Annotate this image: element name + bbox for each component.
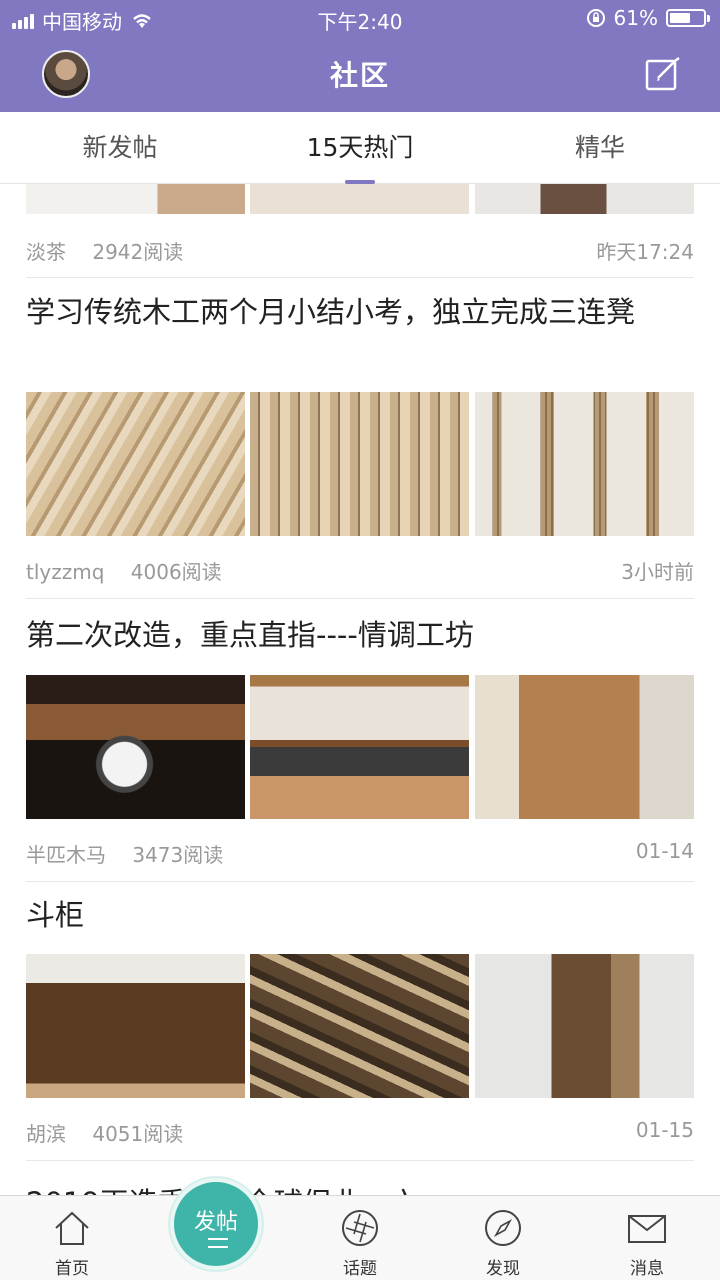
nav-label: 发现 xyxy=(486,1259,520,1279)
battery-percent: 61% xyxy=(613,6,658,30)
compass-icon xyxy=(485,1210,521,1246)
post-images xyxy=(26,675,694,819)
nav-discover[interactable]: 发现 xyxy=(453,1196,553,1280)
tab-new-posts[interactable]: 新发帖 xyxy=(0,112,240,183)
post-button[interactable]: 发帖 xyxy=(170,1178,262,1270)
post-time: 01-15 xyxy=(635,1118,694,1142)
home-icon xyxy=(55,1211,89,1245)
post-image[interactable] xyxy=(26,184,245,214)
post-image[interactable] xyxy=(26,675,245,819)
post-meta: 淡茶 2942阅读 昨天17:24 xyxy=(26,236,694,265)
post-time: 昨天17:24 xyxy=(596,240,694,264)
post-button-label: 发帖 xyxy=(193,1210,238,1235)
post-item[interactable]: 第二次改造，重点直指----情调工坊 半匹木马 3473阅读 01-14 xyxy=(26,616,694,867)
post-reads: 3473阅读 xyxy=(132,843,224,867)
post-image[interactable] xyxy=(250,184,469,214)
post-author: 胡滨 xyxy=(26,1122,66,1146)
post-time: 01-14 xyxy=(635,839,694,863)
top-bar: 中国移动 下午2:40 61% 社区 xyxy=(0,0,720,112)
battery-fill xyxy=(670,13,690,23)
page-title: 社区 xyxy=(329,59,390,92)
post-image[interactable] xyxy=(26,392,245,536)
tab-featured[interactable]: 精华 xyxy=(480,112,720,183)
post-images xyxy=(26,392,694,536)
divider xyxy=(26,598,694,599)
post-image[interactable] xyxy=(475,954,694,1098)
rotation-lock-icon xyxy=(586,9,605,27)
post-time: 3小时前 xyxy=(621,560,694,584)
nav-messages[interactable]: 消息 xyxy=(597,1196,697,1280)
status-bar: 中国移动 下午2:40 61% xyxy=(0,0,720,36)
post-image[interactable] xyxy=(26,954,245,1098)
tab-label: 精华 xyxy=(574,133,625,162)
mail-icon xyxy=(628,1215,666,1243)
nav-home[interactable]: 首页 xyxy=(22,1196,122,1280)
post-item[interactable]: 学习传统木工两个月小结小考，独立完成三连凳 tlyzzmq 4006阅读 3小时… xyxy=(26,293,694,584)
post-feed[interactable]: 淡茶 2942阅读 昨天17:24 学习传统木工两个月小结小考，独立完成三连凳 … xyxy=(0,184,720,1195)
post-item[interactable]: 斗柜 胡滨 4051阅读 01-15 xyxy=(26,896,694,1146)
nav-label: 首页 xyxy=(55,1259,89,1279)
divider xyxy=(26,881,694,882)
status-right: 61% xyxy=(586,6,710,30)
post-title: 学习传统木工两个月小结小考，独立完成三连凳 xyxy=(26,295,636,329)
bottom-nav: 首页 话题 发现 消息 xyxy=(0,1195,720,1280)
post-author: 淡茶 xyxy=(26,240,66,264)
post-image[interactable] xyxy=(250,392,469,536)
post-meta: tlyzzmq 4006阅读 3小时前 xyxy=(26,556,694,585)
post-reads: 2942阅读 xyxy=(92,240,184,264)
battery-icon xyxy=(666,9,710,27)
topic-icon xyxy=(342,1210,378,1246)
post-image[interactable] xyxy=(250,954,469,1098)
post-author: tlyzzmq xyxy=(26,560,105,584)
post-image[interactable] xyxy=(475,675,694,819)
tab-hot-15-days[interactable]: 15天热门 xyxy=(240,112,480,184)
tab-label: 新发帖 xyxy=(82,133,158,162)
post-title: 斗柜 xyxy=(26,898,85,932)
post-image[interactable] xyxy=(475,184,694,214)
post-image[interactable] xyxy=(475,392,694,536)
post-images xyxy=(26,954,694,1098)
post-icon xyxy=(208,1238,228,1248)
post-author: 半匹木马 xyxy=(26,843,106,867)
post-title: 第二次改造，重点直指----情调工坊 xyxy=(26,618,474,652)
compose-icon[interactable] xyxy=(644,56,680,92)
post-meta: 半匹木马 3473阅读 01-14 xyxy=(26,839,694,868)
nav-label: 消息 xyxy=(630,1259,664,1279)
nav-label: 话题 xyxy=(343,1259,377,1279)
post-reads: 4051阅读 xyxy=(92,1122,184,1146)
post-meta: 胡滨 4051阅读 01-15 xyxy=(26,1118,694,1147)
divider xyxy=(26,277,694,278)
post-images xyxy=(26,184,694,214)
post-image[interactable] xyxy=(250,675,469,819)
divider xyxy=(26,1160,694,1161)
nav-topic[interactable]: 话题 xyxy=(310,1196,410,1280)
tab-label: 15天热门 xyxy=(306,133,414,162)
post-reads: 4006阅读 xyxy=(130,560,222,584)
tab-bar: 新发帖 15天热门 精华 xyxy=(0,112,720,184)
